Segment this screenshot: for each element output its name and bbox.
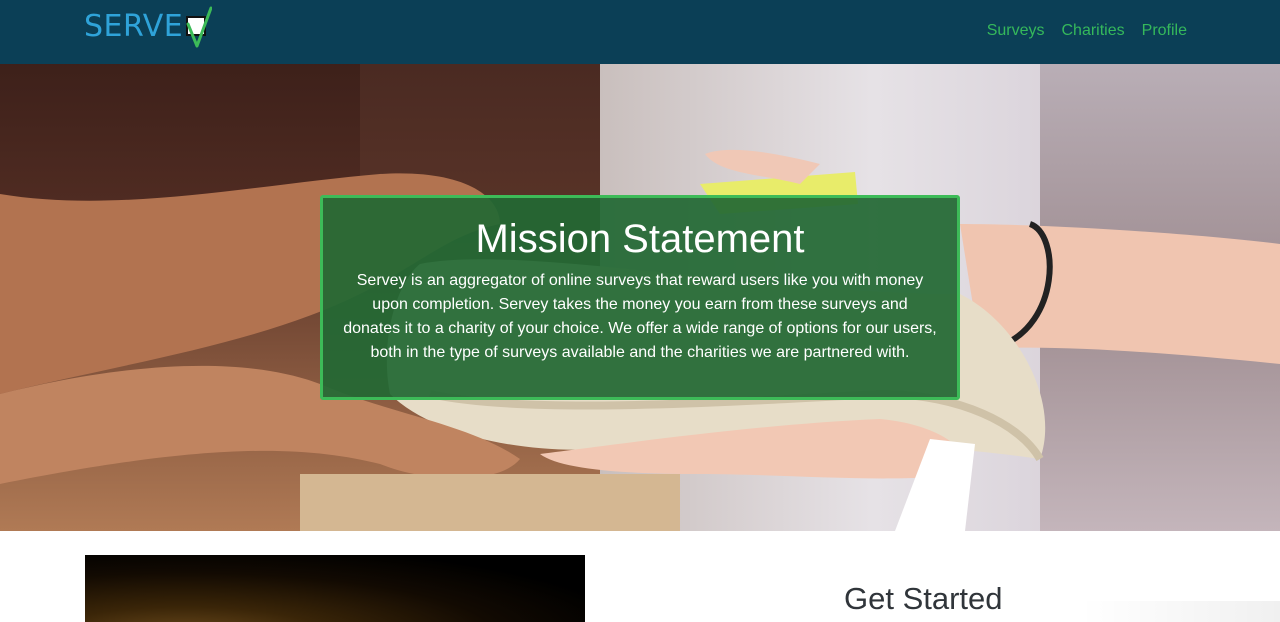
mission-title: Mission Statement [475, 217, 805, 261]
logo-text: SERVE [84, 9, 184, 44]
mission-text: Servey is an aggregator of online survey… [343, 272, 937, 361]
nav-link-surveys[interactable]: Surveys [987, 20, 1045, 42]
get-started-section: Get Started [0, 531, 1280, 622]
servey-logo[interactable]: SERVE [84, 6, 213, 52]
lower-shadow [1080, 601, 1280, 622]
get-started-heading: Get Started [844, 581, 1003, 616]
check-box-icon [184, 6, 213, 48]
nav-link-charities[interactable]: Charities [1062, 20, 1125, 42]
get-started-image [85, 555, 585, 622]
mission-statement-card: Mission Statement Servey is an aggregato… [320, 195, 960, 400]
navbar: SERVE Surveys Charities Profile [0, 0, 1280, 64]
nav-link-profile[interactable]: Profile [1142, 20, 1187, 42]
hero-section: Mission Statement Servey is an aggregato… [0, 64, 1280, 531]
main-nav: Surveys Charities Profile [987, 20, 1187, 42]
